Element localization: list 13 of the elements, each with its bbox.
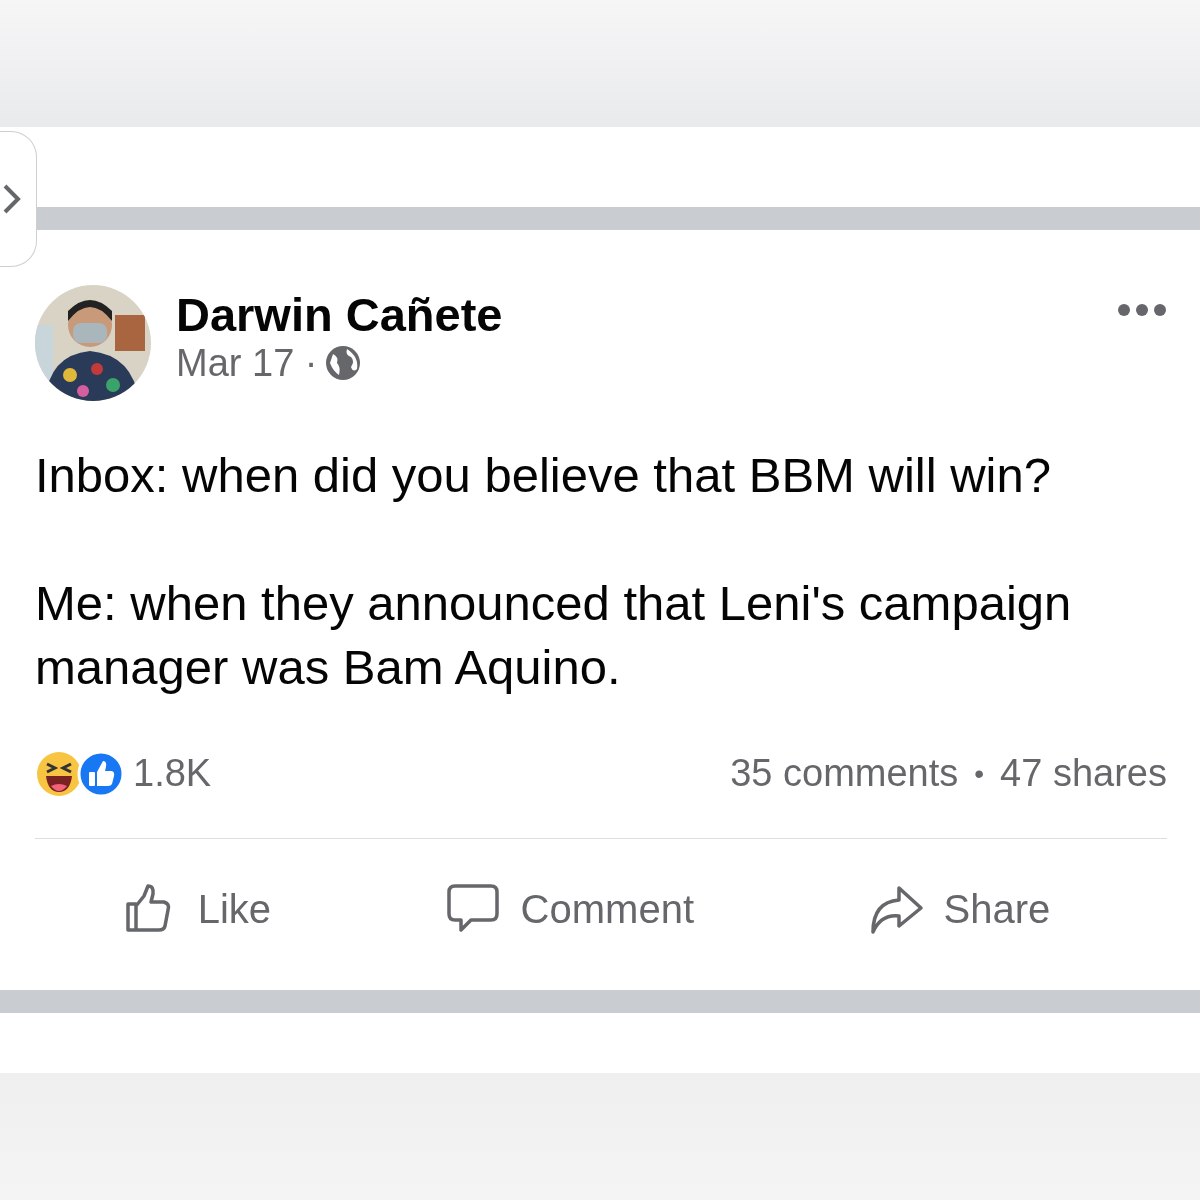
post-date[interactable]: Mar 17 · xyxy=(176,340,318,387)
comment-button[interactable]: Comment xyxy=(436,875,702,943)
share-count[interactable]: 47 shares xyxy=(1000,745,1167,802)
share-button[interactable]: Share xyxy=(859,875,1059,943)
comment-count[interactable]: 35 comments xyxy=(730,745,959,802)
post-text: Me: when they announced that Leni's campaign manager was Bam Aquino. xyxy=(35,575,1073,696)
like-button[interactable]: Like xyxy=(113,875,280,943)
reaction-count[interactable]: 1.8K xyxy=(133,745,212,802)
author-name[interactable]: Darwin Cañete xyxy=(176,289,503,341)
separator-dot: • xyxy=(974,756,985,791)
post-text: Inbox: when did you believe that BBM will win? xyxy=(35,447,1052,504)
globe-icon xyxy=(325,345,362,382)
chevron-icon xyxy=(2,183,22,215)
